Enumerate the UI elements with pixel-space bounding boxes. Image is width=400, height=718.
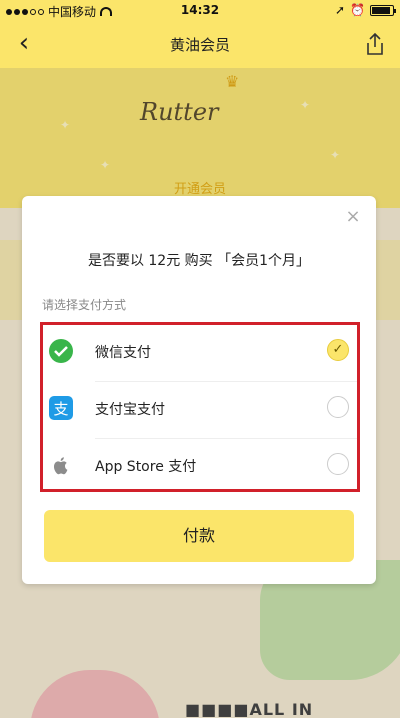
- status-right: ➚ ⏰: [334, 3, 396, 17]
- payment-option-label: App Store 支付: [95, 459, 197, 475]
- apple-icon: [53, 457, 68, 475]
- payment-option-label: 支付宝支付: [95, 402, 165, 418]
- purchase-dialog: × 是否要以 12元 购买 「会员1个月」 请选择支付方式 微信支付 支 支付宝…: [22, 196, 376, 584]
- alarm-icon: ⏰: [350, 3, 365, 17]
- payment-option-appstore[interactable]: App Store 支付: [43, 439, 357, 495]
- wechat-pay-icon: [49, 339, 73, 363]
- payment-option-alipay[interactable]: 支 支付宝支付: [43, 382, 357, 438]
- nav-bar: ‹ 黄油会员: [0, 20, 400, 68]
- radio-unchecked[interactable]: [327, 453, 349, 475]
- page-title: 黄油会员: [169, 36, 230, 54]
- status-bar: 中国移动 14:32 ➚ ⏰: [0, 0, 400, 20]
- purchase-question: 是否要以 12元 购买 「会员1个月」: [87, 253, 311, 269]
- payment-option-label: 微信支付: [95, 345, 151, 361]
- radio-unchecked[interactable]: [327, 396, 349, 418]
- payment-option-wechat[interactable]: 微信支付: [43, 325, 357, 381]
- radio-checked[interactable]: [327, 339, 349, 361]
- alipay-icon: 支: [49, 396, 73, 420]
- pay-button[interactable]: 付款: [44, 510, 354, 562]
- payment-methods: 微信支付 支 支付宝支付 App Store 支付: [40, 322, 360, 492]
- close-icon[interactable]: ×: [344, 208, 362, 226]
- battery-icon: [370, 4, 396, 16]
- share-icon[interactable]: [364, 32, 386, 56]
- svg-text:支: 支: [53, 400, 68, 418]
- location-icon: ➚: [334, 3, 346, 17]
- payment-method-label: 请选择支付方式: [42, 298, 127, 312]
